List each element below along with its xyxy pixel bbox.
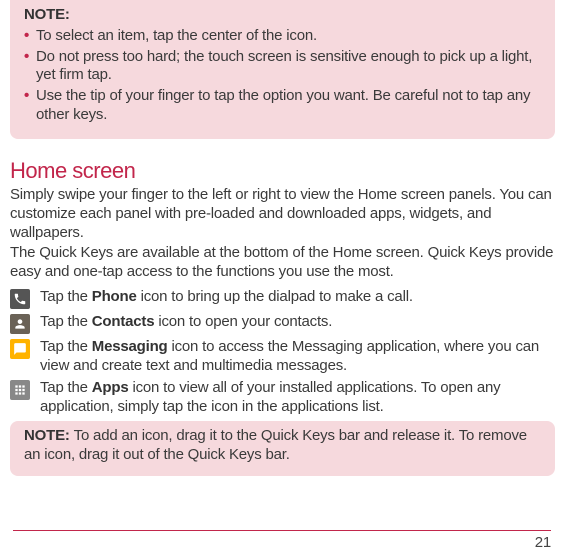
note-label: NOTE: bbox=[24, 427, 74, 444]
note-item: • Do not press too hard; the touch screen… bbox=[24, 48, 541, 86]
page-footer: 21 bbox=[535, 534, 551, 553]
list-item-text: Tap the Contacts icon to open your conta… bbox=[40, 313, 555, 332]
list-item-text: Tap the Phone icon to bring up the dialp… bbox=[40, 288, 555, 307]
bullet-icon: • bbox=[24, 27, 29, 46]
list-item-text: Tap the Messaging icon to access the Mes… bbox=[40, 338, 555, 376]
note-list: • To select an item, tap the center of th… bbox=[24, 27, 541, 125]
bullet-icon: • bbox=[24, 87, 29, 106]
note-item: • Use the tip of your finger to tap the o… bbox=[24, 87, 541, 125]
messaging-icon bbox=[10, 339, 30, 359]
phone-icon bbox=[10, 289, 30, 309]
list-item-text: Tap the Apps icon to view all of your in… bbox=[40, 379, 555, 417]
note-text: To add an icon, drag it to the Quick Key… bbox=[24, 427, 527, 463]
quick-keys-list: Tap the Phone icon to bring up the dialp… bbox=[10, 288, 555, 417]
footer-rule bbox=[13, 530, 551, 531]
apps-icon bbox=[10, 380, 30, 400]
section-paragraph: The Quick Keys are available at the bott… bbox=[10, 244, 555, 282]
note-text: Do not press too hard; the touch screen … bbox=[36, 48, 532, 84]
section-paragraph: Simply swipe your finger to the left or … bbox=[10, 186, 555, 242]
list-item: Tap the Apps icon to view all of your in… bbox=[10, 379, 555, 417]
note-text: Use the tip of your finger to tap the op… bbox=[36, 87, 530, 123]
bullet-icon: • bbox=[24, 48, 29, 67]
note-box-top: NOTE: • To select an item, tap the center… bbox=[10, 0, 555, 139]
list-item: Tap the Messaging icon to access the Mes… bbox=[10, 338, 555, 376]
note-label: NOTE: bbox=[24, 6, 70, 23]
list-item: Tap the Contacts icon to open your conta… bbox=[10, 313, 555, 334]
section-title: Home screen bbox=[10, 157, 555, 185]
note-box-bottom: NOTE: To add an icon, drag it to the Qui… bbox=[10, 421, 555, 477]
section-home-screen: Home screen Simply swipe your finger to … bbox=[10, 157, 555, 417]
note-text: To select an item, tap the center of the… bbox=[36, 27, 317, 44]
page-number: 21 bbox=[535, 534, 551, 551]
note-item: • To select an item, tap the center of th… bbox=[24, 27, 541, 46]
contacts-icon bbox=[10, 314, 30, 334]
list-item: Tap the Phone icon to bring up the dialp… bbox=[10, 288, 555, 309]
